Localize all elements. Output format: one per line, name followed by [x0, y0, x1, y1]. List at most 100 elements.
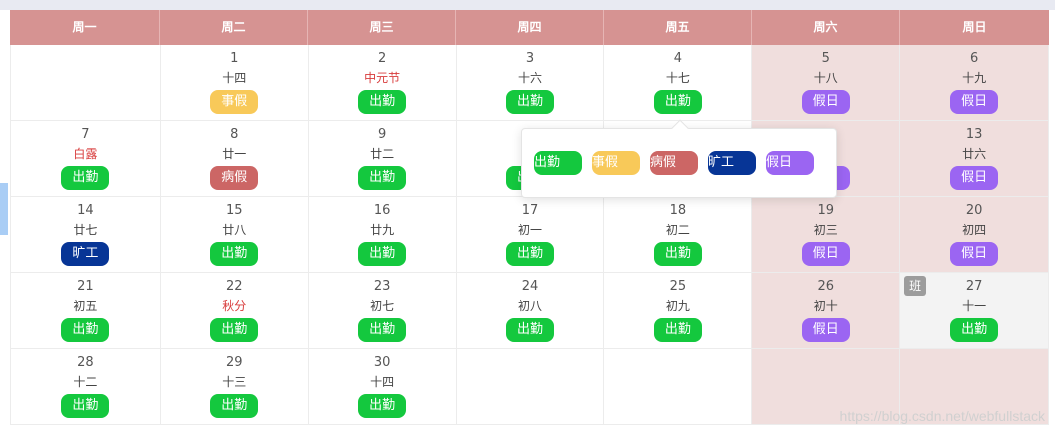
lunar-date: 十四 [370, 375, 395, 389]
day-number: 6 [969, 51, 979, 66]
attendance-status-badge[interactable]: 出勤 [61, 318, 110, 342]
attendance-status-badge[interactable]: 出勤 [210, 242, 259, 266]
day-number: 29 [226, 355, 243, 370]
day-cell[interactable]: 21 初五 出勤 [11, 273, 161, 349]
lunar-date: 廿八 [222, 223, 247, 237]
week-row: 1 十四 事假 2 中元节 出勤 3 十六 出勤 4 十七 出勤 5 十八 假日 6 十九 假日 [11, 45, 1050, 121]
status-option-button[interactable]: 出勤 [534, 151, 582, 175]
attendance-status-badge[interactable]: 假日 [950, 166, 999, 190]
top-strip [0, 0, 1055, 10]
day-cell[interactable]: 17 初一 出勤 [456, 197, 605, 273]
lunar-date: 廿七 [73, 223, 98, 237]
lunar-date: 初五 [73, 299, 98, 313]
day-cell[interactable]: 2 中元节 出勤 [308, 45, 457, 121]
attendance-status-badge[interactable]: 出勤 [358, 318, 407, 342]
day-cell[interactable]: 1 十四 事假 [160, 45, 309, 121]
weekday-header-cell: 周五 [604, 10, 752, 45]
watermark: https://blog.csdn.net/webfullstack [839, 408, 1045, 424]
day-number: 17 [521, 203, 539, 218]
weekday-header-cell: 周六 [752, 10, 900, 45]
lunar-date: 初八 [518, 299, 543, 313]
day-cell[interactable]: 29 十三 出勤 [160, 349, 309, 425]
festival-label: 秋分 [222, 299, 247, 313]
day-number: 1 [230, 51, 239, 66]
lunar-date: 廿二 [370, 147, 395, 161]
weekday-header: 周一 周二 周三 周四 周五 周六 周日 [10, 10, 1049, 45]
day-cell[interactable]: 6 十九 假日 [900, 45, 1050, 121]
attendance-status-badge[interactable]: 出勤 [358, 166, 407, 190]
day-number: 13 [965, 127, 983, 142]
attendance-status-badge[interactable]: 出勤 [61, 166, 110, 190]
day-cell[interactable]: 14 廿七 旷工 [11, 197, 161, 273]
attendance-status-badge[interactable]: 出勤 [210, 318, 259, 342]
day-cell[interactable]: 4 十七 出勤 [604, 45, 753, 121]
lunar-date: 廿六 [962, 147, 987, 161]
lunar-date: 十一 [962, 299, 987, 313]
attendance-status-badge[interactable]: 出勤 [506, 242, 554, 266]
status-option-button[interactable]: 事假 [592, 151, 640, 175]
day-cell[interactable]: 23 初七 出勤 [308, 273, 457, 349]
attendance-status-badge[interactable]: 事假 [210, 90, 259, 114]
day-number: 26 [817, 279, 834, 294]
attendance-status-badge[interactable]: 假日 [950, 242, 999, 266]
day-cell[interactable]: 24 初八出勤 [456, 273, 605, 349]
calendar: 周一 周二 周三 周四 周五 周六 周日 1 十四 事假 2 中元节 出勤 3 十六 出勤 4 十七 出勤 5 十八假… [10, 10, 1050, 425]
day-cell[interactable]: 19 初三 假日 [752, 197, 901, 273]
day-number: 24 [521, 279, 539, 294]
status-option-button[interactable]: 病假 [650, 151, 698, 175]
lunar-date: 初二 [665, 223, 690, 237]
day-cell[interactable]: 26 初十假日 [752, 273, 901, 349]
day-cell[interactable]: 9 廿二出勤 [308, 121, 457, 197]
attendance-status-badge[interactable]: 出勤 [653, 242, 702, 266]
day-cell[interactable]: 3 十六出勤 [456, 45, 605, 121]
attendance-status-badge[interactable]: 出勤 [210, 394, 259, 418]
attendance-status-badge[interactable]: 出勤 [950, 318, 999, 342]
day-cell[interactable]: 8 廿一 病假 [160, 121, 309, 197]
day-cell[interactable]: 班 27 十一 出勤 [900, 273, 1050, 349]
day-cell[interactable]: 22 秋分出勤 [160, 273, 309, 349]
day-number: 8 [230, 127, 239, 142]
day-number: 23 [373, 279, 391, 294]
attendance-status-badge[interactable]: 出勤 [358, 90, 407, 114]
attendance-status-badge[interactable]: 出勤 [61, 394, 110, 418]
attendance-status-badge[interactable]: 病假 [210, 166, 259, 190]
day-cell[interactable]: 7 白露 出勤 [11, 121, 161, 197]
attendance-status-badge[interactable]: 旷工 [61, 242, 110, 266]
day-number: 3 [525, 51, 535, 66]
day-cell[interactable]: 28 十二 出勤 [11, 349, 161, 425]
day-cell[interactable]: 13 廿六假日 [900, 121, 1050, 197]
status-option-button[interactable]: 假日 [766, 151, 814, 175]
attendance-status-badge[interactable]: 假日 [950, 90, 999, 114]
day-cell[interactable]: 16 廿九 出勤 [308, 197, 457, 273]
weekday-header-cell: 周日 [962, 20, 987, 34]
attendance-status-badge[interactable]: 假日 [801, 90, 850, 114]
attendance-status-badge[interactable]: 出勤 [653, 318, 702, 342]
lunar-date: 十二 [73, 375, 98, 389]
empty-day-cell [456, 349, 605, 425]
day-number: 4 [673, 51, 682, 66]
attendance-status-badge[interactable]: 出勤 [506, 90, 554, 114]
day-number: 19 [817, 203, 834, 218]
day-number: 30 [373, 355, 391, 370]
day-cell[interactable]: 5 十八 假日 [752, 45, 901, 121]
day-number: 9 [378, 127, 387, 142]
attendance-status-badge[interactable]: 出勤 [653, 90, 702, 114]
day-cell[interactable]: 30 十四出勤 [308, 349, 457, 425]
weekday-header-cell: 周一 [10, 10, 160, 45]
day-cell[interactable]: 18 初二出勤 [604, 197, 753, 273]
attendance-status-badge[interactable]: 出勤 [358, 394, 407, 418]
day-number: 18 [669, 203, 687, 218]
status-option-button[interactable]: 旷工 [708, 151, 756, 175]
lunar-date: 初十 [813, 299, 838, 313]
day-number: 7 [81, 127, 90, 142]
attendance-status-badge[interactable]: 假日 [801, 318, 850, 342]
attendance-status-badge[interactable]: 假日 [801, 242, 850, 266]
lunar-date: 十六 [518, 71, 543, 85]
day-number: 22 [226, 279, 243, 294]
empty-day-cell [604, 349, 753, 425]
attendance-status-badge[interactable]: 出勤 [358, 242, 407, 266]
day-cell[interactable]: 20 初四 假日 [900, 197, 1050, 273]
day-cell[interactable]: 15 廿八 出勤 [160, 197, 309, 273]
attendance-status-badge[interactable]: 出勤 [506, 318, 554, 342]
day-cell[interactable]: 25 初九 出勤 [604, 273, 753, 349]
